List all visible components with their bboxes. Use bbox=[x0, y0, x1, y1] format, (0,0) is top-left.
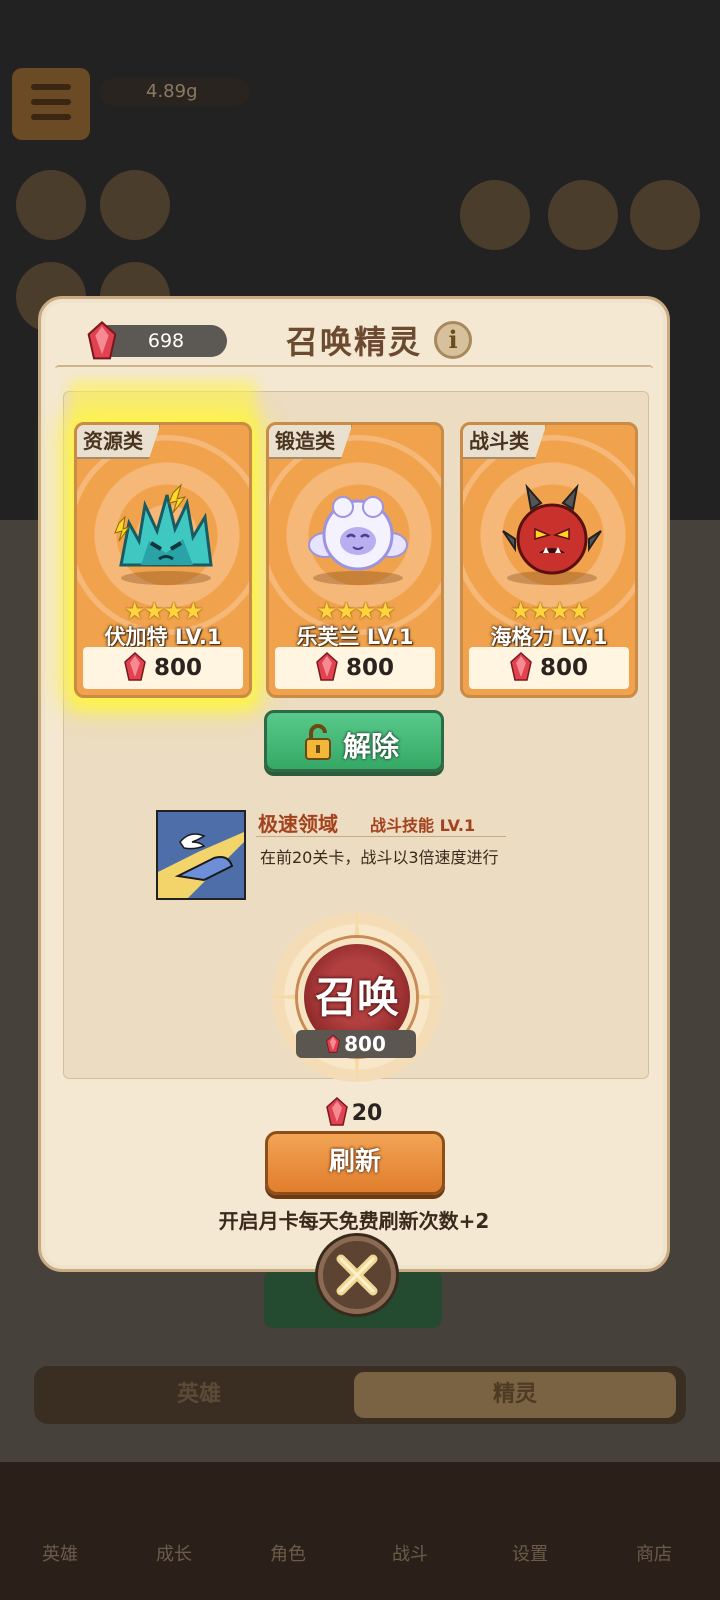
header-divider bbox=[55, 365, 653, 373]
tab-spirit: 精灵 bbox=[354, 1372, 676, 1418]
bg-circle-icon bbox=[100, 170, 170, 240]
category-tag: 资源类 bbox=[77, 425, 161, 459]
summon-label: 召唤 bbox=[314, 973, 399, 1022]
bottom-nav bbox=[0, 1462, 720, 1600]
refresh-cost-value: 20 bbox=[351, 1101, 383, 1126]
bg-circle-icon bbox=[548, 180, 618, 250]
skill-name: 极速领域 bbox=[258, 812, 338, 836]
category-tag: 锻造类 bbox=[269, 425, 353, 459]
bottom-nav-item: 英雄 bbox=[42, 1544, 78, 1565]
price-value: 800 bbox=[153, 655, 202, 681]
spirit-card-forge[interactable]: 锻造类 ★★★★ 乐芙兰 LV.1 800 bbox=[266, 422, 444, 698]
power-display: 4.89g bbox=[100, 78, 250, 106]
bottom-nav-item: 角色 bbox=[270, 1544, 306, 1565]
price-value: 800 bbox=[345, 655, 394, 681]
demon-spirit-icon bbox=[497, 483, 607, 583]
monthly-card-note: 开启月卡每天免费刷新次数+2 bbox=[218, 1209, 490, 1233]
gem-icon bbox=[316, 651, 338, 682]
summon-price: 800 bbox=[296, 1030, 416, 1058]
category-tag: 战斗类 bbox=[463, 425, 547, 459]
bg-tabs: 英雄 精灵 bbox=[34, 1366, 686, 1424]
summon-price-value: 800 bbox=[344, 1032, 386, 1056]
bottom-nav-item: 设置 bbox=[512, 1544, 548, 1565]
bg-circle-icon bbox=[460, 180, 530, 250]
electric-spirit-icon bbox=[111, 483, 221, 583]
close-button[interactable] bbox=[318, 1236, 396, 1314]
card-price: 800 bbox=[469, 647, 629, 689]
refresh-button[interactable]: 刷新 bbox=[265, 1131, 445, 1195]
tab-hero: 英雄 bbox=[176, 1382, 221, 1407]
cloud-spirit-icon bbox=[303, 483, 413, 583]
padlock-icon bbox=[303, 723, 333, 761]
skill-divider bbox=[256, 836, 506, 837]
skill-description: 在前20关卡，战斗以3倍速度进行 bbox=[260, 848, 499, 867]
gem-icon bbox=[325, 1097, 348, 1127]
gem-icon bbox=[124, 651, 146, 682]
speed-boot-icon bbox=[156, 810, 246, 900]
spirit-card-combat[interactable]: 战斗类 ★★★★ 海格力 LV.1 800 bbox=[460, 422, 638, 698]
gem-icon bbox=[326, 1033, 341, 1054]
card-price: 800 bbox=[83, 647, 243, 689]
info-button[interactable]: i bbox=[434, 321, 472, 359]
menu-icon bbox=[12, 68, 90, 140]
summon-panel: 资源类 ★★★★ 伏加特 LV.1 800 锻造类 ★★★★ 乐芙兰 LV.1 … bbox=[63, 380, 649, 1082]
refresh-cost: 20 bbox=[41, 1097, 667, 1129]
unlock-button[interactable]: 解除 bbox=[264, 710, 444, 772]
bottom-nav-item: 战斗 bbox=[392, 1544, 428, 1565]
dialog-title: 召唤精灵 bbox=[285, 323, 422, 361]
bg-circle-icon bbox=[16, 170, 86, 240]
summon-spirit-dialog: 698 召唤精灵 i 资源类 ★★★★ 伏加特 LV.1 800 锻造类 ★★★… bbox=[38, 296, 670, 1272]
unlock-label: 解除 bbox=[343, 730, 400, 763]
bottom-nav-item: 成长 bbox=[156, 1544, 192, 1565]
bottom-nav-item: 商店 bbox=[636, 1544, 672, 1565]
spirit-card-resource[interactable]: 资源类 ★★★★ 伏加特 LV.1 800 bbox=[74, 422, 252, 698]
price-value: 800 bbox=[539, 655, 588, 681]
bg-circle-icon bbox=[630, 180, 700, 250]
gem-icon bbox=[510, 651, 532, 682]
card-price: 800 bbox=[275, 647, 435, 689]
close-icon bbox=[331, 1249, 383, 1301]
skill-type: 战斗技能 LV.1 bbox=[370, 816, 476, 835]
